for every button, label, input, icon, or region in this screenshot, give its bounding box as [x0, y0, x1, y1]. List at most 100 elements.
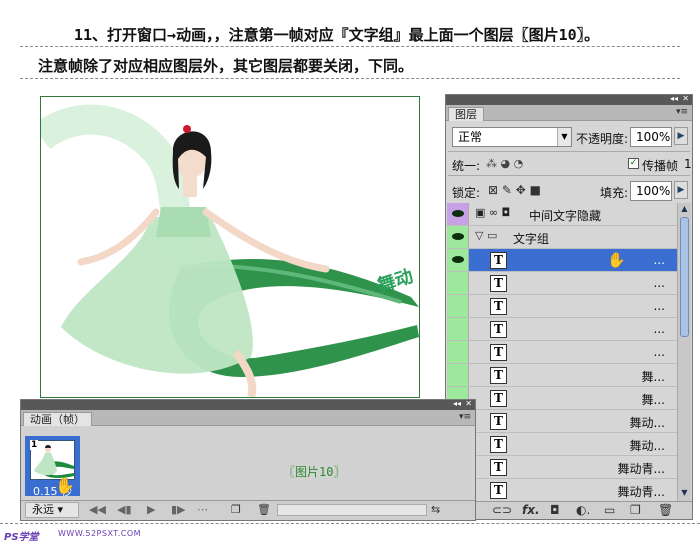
unify-label: 统一:: [452, 159, 481, 173]
visibility-eye-icon[interactable]: [447, 364, 469, 386]
visibility-eye-icon[interactable]: [447, 226, 469, 248]
collapse-icon[interactable]: ◂◂: [670, 94, 678, 103]
text-layer-icon: T: [490, 321, 507, 338]
opacity-label: 不透明度:: [576, 132, 629, 146]
panel-menu-icon[interactable]: ▾≡: [676, 107, 688, 117]
blend-mode-select[interactable]: 正常 ▼: [452, 127, 572, 147]
footer: PS学堂 WWW.52PSXT.COM: [0, 523, 700, 548]
document-canvas[interactable]: 舞动: [40, 96, 420, 398]
text-layer-icon: T: [490, 252, 507, 269]
fx-icon[interactable]: fx.: [522, 503, 540, 517]
collapse-icon[interactable]: ◂◂: [453, 399, 461, 408]
visibility-eye-icon[interactable]: [447, 203, 469, 225]
text-layer-icon: T: [490, 413, 507, 430]
link-icon[interactable]: ⊂⊃: [492, 503, 512, 517]
scroll-down-icon[interactable]: ▼: [679, 488, 690, 500]
trash-icon[interactable]: 🗑: [658, 503, 673, 517]
layer-row[interactable]: T... ✋: [447, 249, 677, 272]
propagate-label: 传播帧: [642, 159, 679, 173]
text-layer-icon: T: [490, 298, 507, 315]
animation-panel: ◂◂ ✕ 动画（帧） ▾≡ 1 0.15 秒 〖图片10〗 ✋ 永远 ▾ ◀◀ ◀…: [20, 399, 476, 521]
text-layer-icon: T: [490, 436, 507, 453]
first-frame-icon[interactable]: ◀◀: [89, 503, 106, 516]
layer-group-row[interactable]: ▽ ▭ 文字组: [447, 226, 677, 249]
layer-row[interactable]: T...: [447, 272, 677, 295]
text-layer-icon: T: [490, 390, 507, 407]
duplicate-frame-icon[interactable]: ❐: [231, 503, 241, 516]
folder-icon[interactable]: ▽ ▭: [475, 229, 497, 242]
text-layer-icon: T: [490, 459, 507, 476]
layer-name: 舞动...: [629, 439, 665, 453]
layer-name: ...: [653, 299, 665, 313]
instruction-line-1: 11、打开窗口→动画，，注意第一帧对应『文字组』最上面一个图层〖图片10〗。: [74, 26, 600, 44]
chevron-down-icon: ▼: [557, 128, 571, 146]
visibility-eye-icon[interactable]: [447, 272, 469, 294]
fill-label: 填充:: [600, 186, 629, 200]
footer-url: WWW.52PSXT.COM: [58, 529, 142, 538]
folder-icon[interactable]: ▭: [604, 503, 615, 517]
layer-name: 舞...: [641, 370, 665, 384]
timeline-scrollbar[interactable]: [277, 504, 427, 516]
next-frame-icon[interactable]: ▮▶: [171, 503, 186, 516]
canvas-artwork: [41, 104, 419, 397]
layer-row[interactable]: T...: [447, 295, 677, 318]
opacity-arrow-button[interactable]: ▶: [674, 127, 688, 145]
tab-animation[interactable]: 动画（帧）: [23, 412, 92, 426]
layer-row[interactable]: T...: [447, 341, 677, 364]
panel-menu-icon[interactable]: ▾≡: [459, 412, 471, 422]
layer-row[interactable]: T 舞动青...: [447, 479, 677, 501]
layers-scrollbar[interactable]: ▲ ▼: [677, 203, 691, 501]
propagate-checkbox[interactable]: ✓: [628, 158, 639, 169]
tween-icon[interactable]: ⋯: [197, 503, 208, 516]
unify-icons[interactable]: ⁂ ◕ ◔: [486, 157, 523, 170]
layer-name: ...: [653, 345, 665, 359]
lock-label: 锁定:: [452, 186, 481, 200]
propagate-number: 1: [684, 157, 692, 171]
mask-icon[interactable]: ◘: [550, 503, 560, 517]
adjustment-icon[interactable]: ◐.: [576, 503, 590, 517]
scroll-up-icon[interactable]: ▲: [679, 204, 690, 216]
play-icon[interactable]: ▶: [147, 503, 155, 516]
layers-panel: ◂◂ ✕ 图层 ▾≡ 正常 ▼ 不透明度: 100% ▶ 统一: ⁂ ◕ ◔ ✓ 传…: [445, 94, 693, 520]
loop-select[interactable]: 永远 ▾: [25, 502, 79, 518]
tab-layers[interactable]: 图层: [448, 107, 484, 121]
layer-name: 文字组: [513, 232, 550, 246]
convert-timeline-icon[interactable]: ⇆: [431, 503, 440, 516]
layer-name: ...: [653, 322, 665, 336]
previous-frame-icon[interactable]: ◀▮: [117, 503, 132, 516]
lock-icons[interactable]: ⊠ ✎ ✥ ■: [488, 183, 541, 197]
layer-thumbnail-icon: ▣ ∞ ◘: [475, 206, 511, 219]
visibility-eye-icon[interactable]: [447, 318, 469, 340]
layer-name: 舞动...: [629, 416, 665, 430]
delete-frame-icon[interactable]: 🗑: [257, 503, 271, 516]
visibility-eye-icon[interactable]: [447, 295, 469, 317]
layer-name: 舞动青...: [617, 485, 665, 499]
layer-name: ...: [653, 276, 665, 290]
panel-titlebar[interactable]: ◂◂ ✕: [446, 94, 692, 105]
close-icon[interactable]: ✕: [682, 94, 689, 103]
animation-controls: 永远 ▾ ◀◀ ◀▮ ▶ ▮▶ ⋯ ❐ 🗑 ⇆: [21, 500, 475, 520]
layer-row[interactable]: T 舞动...: [447, 410, 677, 433]
divider: [20, 78, 680, 79]
new-layer-icon[interactable]: ❐: [630, 503, 641, 517]
layer-row[interactable]: T 舞...: [447, 364, 677, 387]
opacity-input[interactable]: 100%: [630, 127, 672, 147]
fill-arrow-button[interactable]: ▶: [674, 181, 688, 199]
visibility-eye-icon[interactable]: [447, 341, 469, 363]
layer-row[interactable]: ▣ ∞ ◘ 中间文字隐藏: [447, 203, 677, 226]
close-icon[interactable]: ✕: [465, 399, 472, 408]
instruction-line-2: 注意帧除了对应相应图层外，其它图层都要关闭，下同。: [38, 57, 414, 75]
layer-row[interactable]: T 舞...: [447, 387, 677, 410]
layer-name: 舞动青...: [617, 462, 665, 476]
frame-number: 1: [30, 440, 39, 450]
layer-row[interactable]: T...: [447, 318, 677, 341]
visibility-eye-icon[interactable]: [447, 249, 469, 271]
scroll-thumb[interactable]: [680, 217, 689, 337]
divider: [20, 46, 680, 47]
text-layer-icon: T: [490, 344, 507, 361]
layer-row[interactable]: T 舞动青...: [447, 456, 677, 479]
fill-input[interactable]: 100%: [630, 181, 672, 201]
anim-titlebar[interactable]: ◂◂ ✕: [21, 399, 475, 410]
layer-row[interactable]: T 舞动...: [447, 433, 677, 456]
layer-name: 舞...: [641, 393, 665, 407]
